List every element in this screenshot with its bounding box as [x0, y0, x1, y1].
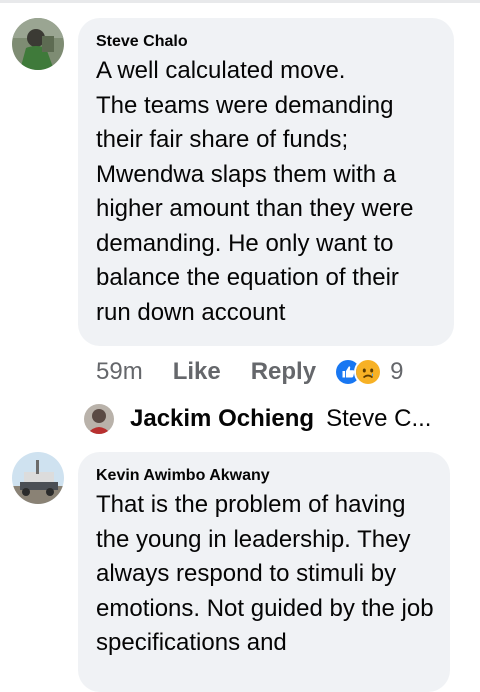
reply-author[interactable]: Jackim Ochieng [130, 405, 314, 433]
avatar[interactable] [12, 452, 64, 504]
avatar[interactable] [12, 18, 64, 70]
reaction-count: 9 [390, 358, 404, 385]
comment-actions: 59m Like Reply 9 [96, 354, 403, 390]
comment-bubble: Steve Chalo A well calculated move. The … [78, 18, 454, 346]
reply-button[interactable]: Reply [251, 358, 316, 386]
comment-bubble: Kevin Awimbo Akwany That is the problem … [78, 452, 450, 692]
comment-author[interactable]: Kevin Awimbo Akwany [96, 466, 434, 486]
comment-text: That is the problem of having the young … [96, 491, 434, 656]
avatar[interactable] [84, 404, 114, 434]
like-button[interactable]: Like [173, 358, 221, 386]
reply-preview[interactable]: Jackim Ochieng Steve C... [84, 402, 431, 436]
reply-snippet[interactable]: Steve C... [326, 405, 431, 433]
comment-text: A well calculated move. The teams were d… [96, 57, 414, 326]
avatar-photo [84, 404, 114, 434]
comment-author[interactable]: Steve Chalo [96, 32, 438, 52]
comment-timestamp[interactable]: 59m [96, 358, 143, 386]
sad-icon [354, 358, 383, 386]
avatar-photo [12, 452, 64, 504]
avatar-photo [12, 18, 64, 70]
top-divider [0, 0, 480, 3]
reaction-summary[interactable]: 9 [334, 358, 403, 386]
